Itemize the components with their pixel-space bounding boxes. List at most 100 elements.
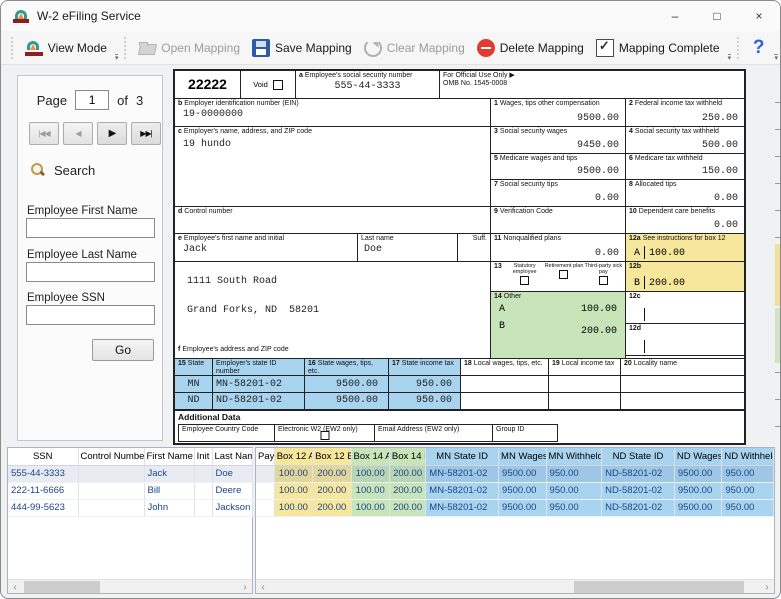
w2-box-4[interactable]: 4Social security tax withheld 500.00 — [626, 127, 744, 154]
w2-box-6[interactable]: 6Medicare tax withheld 150.00 — [626, 154, 744, 180]
last-page-button[interactable]: ▶▶| — [131, 122, 161, 145]
group-id-cell[interactable]: Group ID — [493, 425, 557, 441]
w2-box-13[interactable]: 13 Statutory employee Retirement plan Th… — [491, 262, 626, 292]
w2-box-3[interactable]: 3Social security wages 9450.00 — [491, 127, 626, 154]
electronic-w2-cell[interactable]: Electronic W2 (EW2 only) — [275, 425, 375, 441]
scroll-left-arrow[interactable]: ‹ — [256, 580, 270, 594]
scrollbar-thumb[interactable] — [574, 581, 744, 593]
column-header-mn-withheld[interactable]: MN Withheld — [546, 448, 602, 465]
close-button[interactable]: × — [738, 1, 780, 31]
column-header-mn-wages[interactable]: MN Wages — [499, 448, 547, 465]
employee-row[interactable]: 100.00200.00 100.00200.00 MN-58201-02950… — [256, 465, 774, 482]
employee-country-code-cell[interactable]: Employee Country Code — [179, 425, 275, 441]
column-header-last-name[interactable]: Last Name — [212, 448, 252, 465]
w2-state-row1-locality[interactable] — [621, 376, 744, 393]
toolbar-overflow-arrow[interactable]: ▾ — [728, 54, 732, 62]
third-party-sick-pay-checkbox[interactable] — [599, 276, 608, 285]
employee-row[interactable]: 444-99-5623JohnJackson — [8, 499, 252, 516]
page-number-input[interactable] — [75, 90, 109, 110]
left-grid-hscrollbar[interactable]: ‹ › — [8, 579, 252, 593]
w2-state-row1-state[interactable]: MN — [175, 376, 213, 393]
w2-box-12c[interactable]: 12c — [626, 292, 744, 324]
w2-state-row2-state[interactable]: ND — [175, 393, 213, 409]
toolbar-overflow-arrow[interactable]: ▾ — [115, 54, 119, 62]
toolbar-overflow-arrow[interactable]: ▾ — [774, 54, 778, 62]
column-header-nd-wages[interactable]: ND Wages — [674, 448, 722, 465]
w2-state-row2-tax[interactable]: 950.00 — [389, 393, 461, 409]
column-header-mn-state-id[interactable]: MN State ID — [426, 448, 499, 465]
w2-state-row2-id[interactable]: ND-58201-02 — [213, 393, 305, 409]
w2-state-row1-tax[interactable]: 950.00 — [389, 376, 461, 393]
w2-state-row2-wages[interactable]: 9500.00 — [305, 393, 389, 409]
help-button[interactable]: ? — [745, 37, 773, 59]
first-page-button[interactable]: |◀◀ — [29, 122, 59, 145]
employee-row[interactable]: 555-44-3333JackDoe — [8, 465, 252, 482]
w2-box-5[interactable]: 5Medicare wages and tips 9500.00 — [491, 154, 626, 180]
scroll-right-arrow[interactable]: › — [760, 580, 774, 594]
column-header-box12b[interactable]: Box 12 B — [313, 448, 351, 465]
previous-page-button[interactable]: ◀ — [63, 122, 93, 145]
minimize-button[interactable]: – — [654, 1, 696, 31]
column-header-nd-withheld[interactable]: ND Withheld — [722, 448, 774, 465]
column-header-box12a[interactable]: Box 12 A — [274, 448, 312, 465]
statutory-employee-checkbox[interactable] — [520, 276, 529, 285]
w2-box-9[interactable]: 9Verification Code — [491, 207, 626, 234]
employee-row[interactable]: 100.00200.00 100.00200.00 MN-58201-02950… — [256, 499, 774, 516]
email-address-cell[interactable]: Email Address (EW2 only) — [375, 425, 493, 441]
right-grid-hscrollbar[interactable]: ‹ › — [256, 579, 774, 593]
column-header-ssn[interactable]: SSN — [8, 448, 78, 465]
maximize-button[interactable]: □ — [696, 1, 738, 31]
w2-box-2[interactable]: 2Federal income tax withheld 250.00 — [626, 99, 744, 127]
retirement-plan-checkbox[interactable] — [559, 270, 568, 279]
last-name-input[interactable] — [26, 262, 155, 282]
w2-box-11[interactable]: 11Nonqualified plans 0.00 — [491, 234, 626, 262]
w2-box-10[interactable]: 10Dependent care benefits 0.00 — [626, 207, 744, 234]
w2-state-row1-local-wages[interactable] — [461, 376, 549, 393]
electronic-w2-checkbox[interactable] — [320, 431, 329, 440]
w2-box-a-ssn[interactable]: aEmployee's social security number 555-4… — [296, 71, 440, 99]
scroll-right-arrow[interactable]: › — [238, 580, 252, 594]
w2-state-row1-wages[interactable]: 9500.00 — [305, 376, 389, 393]
w2-box-b-ein[interactable]: bEmployer identification number (EIN) 19… — [175, 99, 491, 127]
w2-box-8[interactable]: 8Allocated tips 0.00 — [626, 180, 744, 207]
w2-box-1[interactable]: 1Wages, tips other compensation 9500.00 — [491, 99, 626, 127]
w2-box-d-control[interactable]: dControl number — [175, 207, 491, 234]
scrollbar-thumb[interactable] — [24, 581, 100, 593]
w2-state-row2-local-wages[interactable] — [461, 393, 549, 409]
column-header-init[interactable]: Init — [194, 448, 212, 465]
column-header-pay[interactable]: Pay — [256, 448, 274, 465]
w2-box-c-employer[interactable]: cEmployer's name, address, and ZIP code … — [175, 127, 491, 207]
first-name-input[interactable] — [26, 218, 155, 238]
scroll-left-arrow[interactable]: ‹ — [8, 580, 22, 594]
column-header-first-name[interactable]: First Name — [144, 448, 194, 465]
clear-mapping-button[interactable]: Clear Mapping — [358, 36, 471, 60]
w2-box-7[interactable]: 7Social security tips 0.00 — [491, 180, 626, 207]
next-page-button[interactable]: ▶ — [97, 122, 127, 145]
employee-row[interactable]: 100.00200.00 100.00200.00 MN-58201-02950… — [256, 482, 774, 499]
void-checkbox[interactable] — [273, 80, 283, 90]
open-mapping-button[interactable]: Open Mapping — [132, 36, 246, 60]
view-mode-button[interactable]: View Mode — [19, 36, 113, 60]
column-header-box14b[interactable]: Box 14 B — [389, 448, 425, 465]
column-header-nd-state-id[interactable]: ND State ID — [602, 448, 675, 465]
employee-row[interactable]: 222-11-6666BillDeere — [8, 482, 252, 499]
w2-state-row1-local-tax[interactable] — [549, 376, 621, 393]
w2-box-12b[interactable]: 12b B200.00 — [626, 262, 744, 292]
w2-state-row2-local-tax[interactable] — [549, 393, 621, 409]
ssn-input[interactable] — [26, 305, 155, 325]
w2-box-14[interactable]: 14Other A 100.00 B 200.00 — [491, 292, 626, 359]
w2-lastname-box[interactable]: Last name Doe — [358, 234, 458, 262]
save-mapping-button[interactable]: Save Mapping — [246, 36, 358, 60]
column-header-control-number[interactable]: Control Number — [78, 448, 144, 465]
w2-suffix-box[interactable]: Suff. — [458, 234, 491, 262]
w2-box-e-firstname[interactable]: eEmployee's first name and initial Jack — [175, 234, 358, 262]
delete-mapping-button[interactable]: Delete Mapping — [471, 36, 590, 60]
w2-box-12a[interactable]: 12aSee instructions for box 12 A100.00 — [626, 234, 744, 262]
go-button[interactable]: Go — [92, 339, 154, 361]
mapping-complete-button[interactable]: Mapping Complete — [590, 36, 726, 60]
w2-void-box[interactable]: Void — [241, 71, 296, 99]
w2-box-12d[interactable]: 12d — [626, 324, 744, 356]
column-header-box14a[interactable]: Box 14 A — [351, 448, 389, 465]
w2-state-row1-id[interactable]: MN-58201-02 — [213, 376, 305, 393]
w2-state-row2-locality[interactable] — [621, 393, 744, 409]
